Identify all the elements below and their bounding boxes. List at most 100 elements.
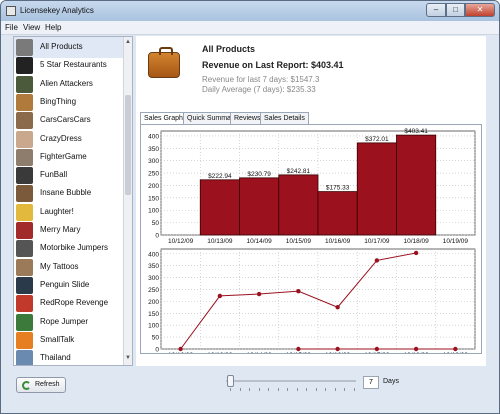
slider-tick [325, 388, 326, 391]
slider-tick [315, 388, 317, 391]
dress-icon [16, 130, 33, 148]
maximize-button[interactable]: □ [446, 3, 465, 17]
data-point [335, 305, 340, 310]
minimize-button[interactable]: – [426, 3, 446, 17]
data-point [217, 293, 223, 299]
sidebar-item-label: Alien Attackers [40, 78, 93, 88]
sidebar-scroll-thumb[interactable] [125, 95, 131, 195]
days-input[interactable]: 7 [363, 376, 379, 389]
sidebar-item-label: All Products [40, 42, 83, 51]
sidebar-item-label: 5 Star Restaurants [40, 60, 107, 70]
slider-tick [277, 388, 279, 391]
slider-tick [258, 388, 260, 391]
thailand-icon [16, 350, 33, 365]
y-tick-label: 50 [152, 335, 160, 342]
slider-tick [239, 388, 241, 391]
slider-tick [306, 388, 307, 391]
y-tick-label: 300 [148, 275, 159, 282]
data-point [256, 291, 262, 297]
sidebar-item-label: SmallTalk [40, 334, 75, 344]
x-tick-label: 10/19/09 [443, 352, 469, 353]
tattoo-icon [16, 258, 33, 276]
bar [199, 179, 240, 236]
sidebar-item-label: Thailand [40, 353, 71, 363]
x-tick-label: 10/19/09 [443, 238, 469, 245]
app-window: Licensekey Analytics – □ ✕ File View Hel… [0, 0, 500, 414]
x-tick-label: 10/16/09 [325, 352, 351, 353]
sidebar-item-label: Penguin Slide [40, 279, 90, 289]
refresh-button[interactable]: Refresh [16, 377, 66, 393]
fighter-icon [16, 148, 33, 166]
motorbike-icon [16, 240, 33, 258]
rope-icon [16, 295, 33, 313]
car-icon [16, 112, 33, 130]
slider-tick [353, 388, 355, 391]
y-tick-label: 50 [152, 220, 160, 227]
menu-file[interactable]: File [5, 23, 18, 32]
sidebar-item-label: RedRope Revenge [40, 298, 109, 308]
x-tick-label: 10/12/09 [168, 238, 194, 245]
mary-icon [16, 222, 33, 239]
sidebar-item[interactable]: Thailand [14, 348, 123, 365]
bar [317, 191, 358, 236]
sidebar-item-label: My Tattoos [40, 261, 79, 271]
revenue-last-report: Revenue on Last Report: $403.41 [202, 60, 344, 70]
slider-tick [344, 388, 345, 391]
y-tick-label: 0 [155, 347, 159, 354]
title-bar: Licensekey Analytics – □ ✕ [1, 1, 499, 21]
days-slider-thumb[interactable] [227, 375, 234, 387]
days-slider-track[interactable] [226, 380, 356, 382]
bar-data-label: $175.33 [326, 185, 350, 192]
sales-graphs-panel: 0 50 100 150 200 250 300 350 400 10/12/09 10/13/09… [140, 124, 482, 354]
sidebar-item-label: Insane Bubble [40, 188, 92, 198]
y-tick-label: 250 [148, 287, 159, 294]
x-tick-label: 10/18/09 [403, 352, 429, 353]
y-tick-label: 350 [148, 146, 159, 153]
sidebar-scrollbar[interactable] [123, 37, 132, 365]
all-products-icon [16, 39, 33, 56]
x-tick-label: 10/17/09 [364, 238, 390, 245]
y-tick-label: 250 [148, 171, 159, 178]
bar [278, 174, 319, 236]
slider-tick [268, 388, 269, 391]
data-point [374, 346, 380, 352]
data-point [296, 346, 301, 352]
sidebar-item-label: CrazyDress [40, 133, 82, 143]
scroll-up-icon[interactable]: ▲ [125, 39, 131, 45]
sidebar-item-label: Rope Jumper [40, 316, 89, 326]
y-tick-label: 0 [155, 233, 159, 240]
menu-view[interactable]: View [23, 23, 40, 32]
ball-icon [16, 167, 33, 185]
sidebar-item-label: CarsCarsCars [40, 115, 91, 125]
bar-data-label: $372.01 [365, 136, 389, 143]
y-tick-label: 100 [148, 208, 159, 215]
product-title: All Products [202, 44, 256, 54]
y-tick-label: 150 [148, 311, 159, 318]
window-title: Licensekey Analytics [20, 6, 94, 15]
y-tick-label: 200 [148, 299, 159, 306]
y-tick-label: 150 [148, 195, 159, 202]
refresh-label: Refresh [35, 381, 60, 388]
briefcase-icon [148, 47, 180, 78]
x-tick-label: 10/15/09 [286, 352, 312, 353]
sidebar-item-label: FighterGame [40, 151, 87, 161]
main-panel: All Products Revenue on Last Report: $40… [136, 36, 486, 366]
utensils-icon [16, 57, 33, 75]
scroll-down-icon[interactable]: ▼ [125, 355, 131, 361]
tab-sales-details[interactable]: Sales Details [260, 112, 309, 124]
data-point [296, 288, 301, 294]
y-tick-label: 350 [148, 263, 159, 270]
slider-tick [230, 388, 231, 391]
x-tick-label: 10/14/09 [246, 352, 272, 353]
penguin-icon [16, 276, 33, 294]
bar-data-label: $242.81 [287, 168, 311, 175]
bar-data-label: $403.41 [404, 128, 428, 135]
sidebar-item-label: Motorbike Jumpers [40, 243, 109, 253]
menu-help[interactable]: Help [45, 23, 61, 32]
y-tick-label: 400 [148, 251, 159, 258]
sidebar-item-label: FunBall [40, 170, 68, 180]
close-button[interactable]: ✕ [465, 3, 495, 17]
slider-tick [296, 388, 298, 391]
bar [356, 142, 397, 236]
menu-bar: File View Help [1, 21, 499, 35]
